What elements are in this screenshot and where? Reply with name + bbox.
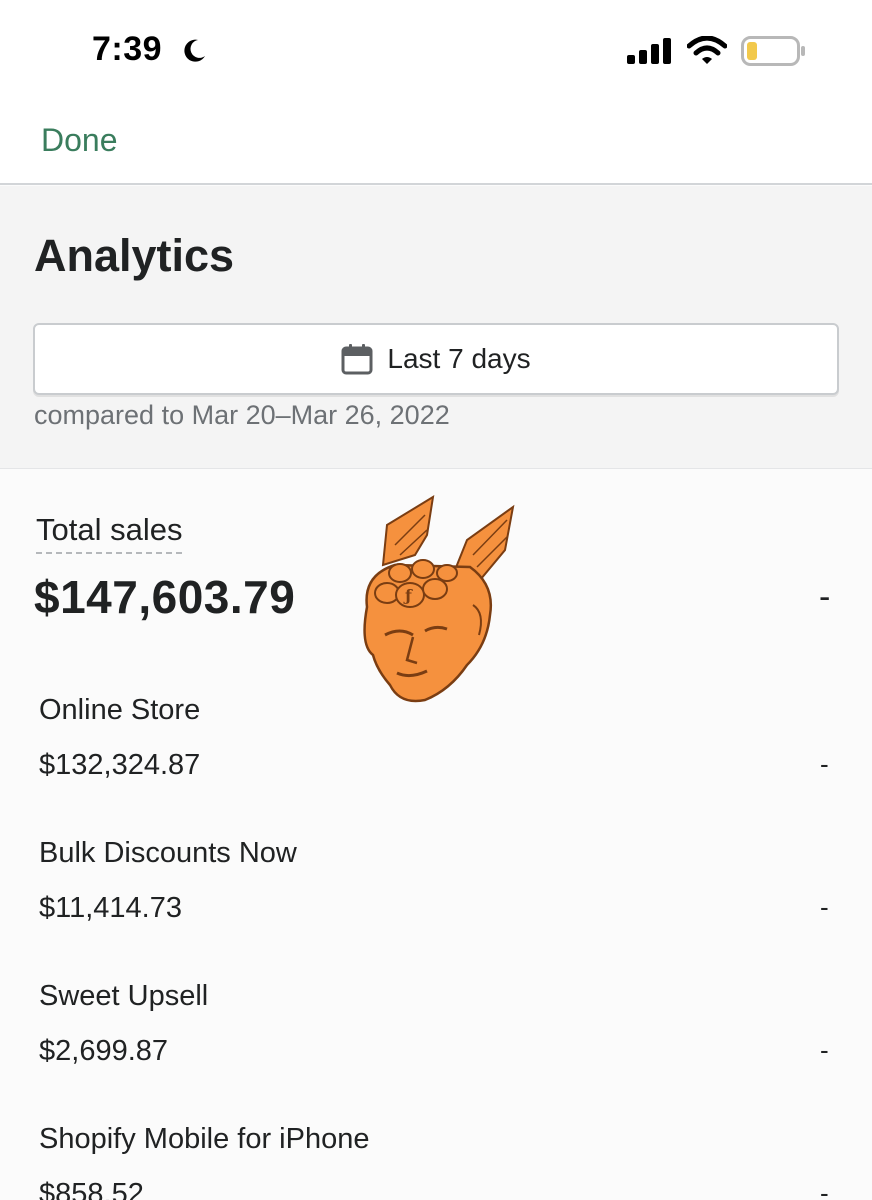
- sales-card: Total sales $147,603.79 - ƒ Online Store…: [0, 470, 872, 1200]
- calendar-icon: [341, 343, 373, 375]
- channel-change: -: [820, 1035, 829, 1065]
- channel-change: -: [820, 749, 829, 779]
- total-sales-value: $147,603.79: [34, 571, 296, 623]
- date-range-label: Last 7 days: [387, 343, 531, 374]
- channel-name: Sweet Upsell: [39, 980, 209, 1012]
- svg-text:ƒ: ƒ: [403, 586, 413, 605]
- wifi-icon: [686, 35, 728, 71]
- channel-value: $132,324.87: [39, 749, 201, 781]
- channel-name: Bulk Discounts Now: [39, 837, 297, 869]
- total-sales-change: -: [819, 578, 831, 616]
- channel-value: $858.52: [39, 1178, 144, 1200]
- battery-low-icon: [741, 36, 807, 71]
- cellular-signal-icon: [627, 38, 673, 69]
- channel-name: Online Store: [39, 694, 201, 726]
- analytics-header: Analytics Last 7 days compared to Mar 20…: [0, 186, 872, 469]
- channel-item: Bulk Discounts Now $11,414.73 -: [0, 837, 872, 967]
- date-range-button[interactable]: Last 7 days: [33, 323, 839, 395]
- comparison-text: compared to Mar 20–Mar 26, 2022: [34, 400, 450, 430]
- status-bar: 7:39: [0, 0, 872, 100]
- done-button[interactable]: Done: [41, 122, 118, 159]
- channel-change: -: [820, 1178, 829, 1200]
- page-title: Analytics: [34, 230, 235, 281]
- total-sales-label[interactable]: Total sales: [36, 512, 183, 554]
- channel-item: Online Store $132,324.87 -: [0, 694, 872, 824]
- channel-value: $11,414.73: [39, 892, 182, 924]
- channel-item: Shopify Mobile for iPhone $858.52 -: [0, 1123, 872, 1200]
- winged-head-logo-icon: ƒ: [355, 495, 515, 710]
- channel-name: Shopify Mobile for iPhone: [39, 1123, 370, 1155]
- moon-icon: [180, 37, 208, 70]
- channel-item: Sweet Upsell $2,699.87 -: [0, 980, 872, 1110]
- status-time: 7:39: [92, 30, 163, 68]
- channel-change: -: [820, 892, 829, 922]
- channel-value: $2,699.87: [39, 1035, 169, 1067]
- nav-bar: Done: [0, 100, 872, 185]
